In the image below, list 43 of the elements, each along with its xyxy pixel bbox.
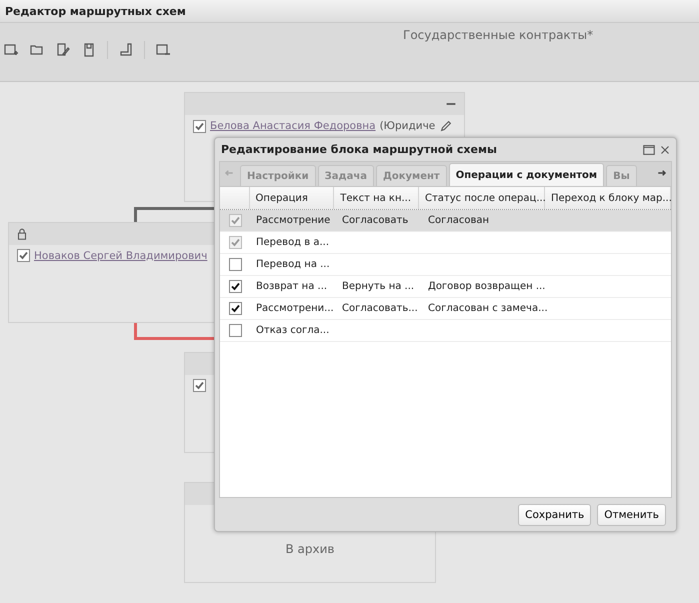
- column-header[interactable]: Статус после операц...: [419, 187, 545, 209]
- table-cell-text: Вернуть на ...: [341, 281, 416, 292]
- table-cell-text: Перевод на ...: [255, 259, 331, 270]
- checkbox[interactable]: [228, 258, 242, 271]
- ruler-icon[interactable]: [118, 42, 134, 58]
- checkbox[interactable]: [193, 379, 206, 392]
- column-header[interactable]: Переход к блоку мар...: [545, 187, 671, 209]
- checkbox[interactable]: [228, 324, 242, 337]
- column-header[interactable]: Текст на кн...: [334, 187, 419, 209]
- table-cell-text: Перевод в а...: [255, 237, 330, 248]
- table-row[interactable]: Перевод на ...: [220, 254, 671, 276]
- role-text: (Юридиче: [380, 120, 436, 132]
- lock-icon[interactable]: [15, 227, 29, 241]
- maximize-icon[interactable]: [642, 142, 656, 156]
- employee-link[interactable]: Белова Анастасия Федоровна: [210, 120, 376, 132]
- new-document-icon[interactable]: [3, 42, 19, 58]
- table-cell-text: Согласовать: [341, 215, 410, 226]
- checkbox[interactable]: [228, 280, 242, 293]
- edit-document-icon[interactable]: [55, 42, 71, 58]
- window-title: Редактор маршрутных схем: [0, 0, 699, 23]
- table-cell-text: Возврат на ...: [255, 281, 328, 292]
- table-cell-text: Согласован с замеча...: [427, 303, 548, 314]
- document-title: Государственные контракты*: [403, 28, 594, 42]
- block-label: В архив: [286, 542, 334, 556]
- tab[interactable]: Операции с документом: [448, 163, 604, 186]
- table-row[interactable]: Отказ согла...: [220, 320, 671, 342]
- table-cell-text: Рассмотрение: [255, 215, 332, 226]
- employee-link[interactable]: Новаков Сергей Владимирович: [34, 250, 208, 262]
- checkbox[interactable]: [228, 302, 242, 315]
- checkbox[interactable]: [193, 120, 206, 132]
- table-row[interactable]: Возврат на ... Вернуть на ... Договор возвращен ...: [220, 276, 671, 298]
- column-header[interactable]: Операция: [250, 187, 334, 209]
- table-row[interactable]: Рассмотрени... Согласовать... Согласован с замеча...: [220, 298, 671, 320]
- table-cell-text: Согласовать...: [341, 303, 419, 314]
- table-cell-text: Договор возвращен ...: [427, 281, 546, 292]
- table-cell-text: Рассмотрени...: [255, 303, 335, 314]
- pencil-icon[interactable]: [439, 119, 454, 133]
- checkbox[interactable]: [17, 249, 30, 262]
- dialog-button[interactable]: Отменить: [597, 504, 666, 526]
- table-cell-text: Отказ согла...: [255, 325, 330, 336]
- remove-block-icon[interactable]: [155, 42, 171, 58]
- table-cell-text: Согласован: [427, 215, 490, 226]
- dialog-button[interactable]: Сохранить: [518, 504, 592, 526]
